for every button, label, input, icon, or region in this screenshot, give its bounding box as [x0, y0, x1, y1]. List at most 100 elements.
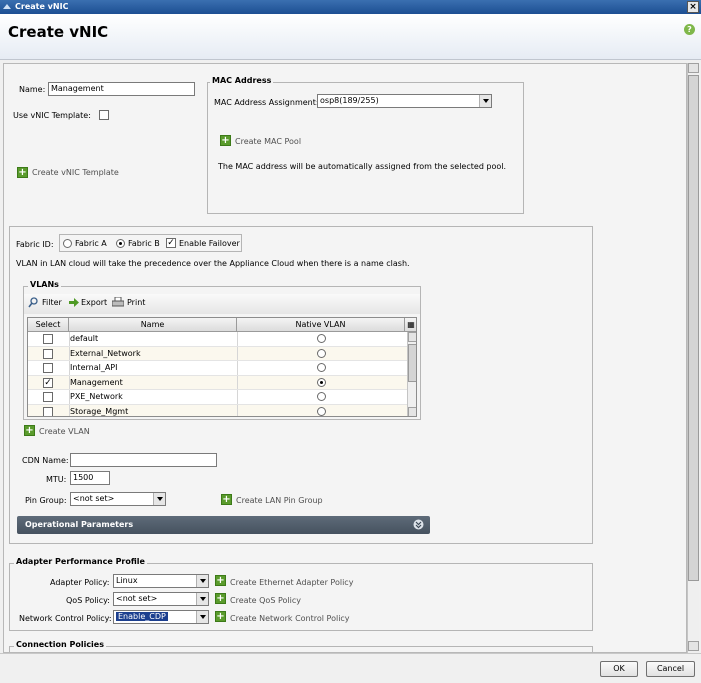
- create-vnic-template-link[interactable]: Create vNIC Template: [32, 168, 119, 177]
- fabric-id-label: Fabric ID:: [16, 240, 54, 249]
- pin-group-value: <not set>: [73, 494, 115, 503]
- page-title: Create vNIC: [8, 23, 109, 41]
- scroll-up-icon[interactable]: [688, 63, 699, 73]
- main-scrollbar[interactable]: [687, 63, 699, 653]
- fabric-a-radio[interactable]: [63, 239, 72, 248]
- cdn-name-label: CDN Name:: [22, 456, 69, 465]
- create-vnic-template-icon[interactable]: +: [17, 167, 28, 178]
- vlan-select-checkbox[interactable]: [43, 348, 53, 359]
- create-vlan-icon[interactable]: +: [24, 425, 35, 436]
- chevron-down-icon[interactable]: [196, 593, 208, 605]
- native-vlan-radio[interactable]: [317, 377, 326, 387]
- column-divider: [69, 375, 70, 390]
- create-vlan-link[interactable]: Create VLAN: [39, 427, 90, 436]
- create-mac-pool-icon[interactable]: +: [220, 135, 231, 146]
- vlan-select-checkbox[interactable]: [43, 392, 53, 403]
- cancel-button[interactable]: Cancel: [646, 661, 695, 677]
- create-network-control-policy-link[interactable]: Create Network Control Policy: [230, 614, 350, 623]
- pin-group-select[interactable]: <not set>: [70, 492, 166, 506]
- column-header-name[interactable]: Name: [69, 318, 237, 332]
- close-icon[interactable]: ×: [687, 1, 699, 13]
- print-button[interactable]: Print: [127, 298, 145, 307]
- enable-failover-checkbox[interactable]: ✓: [166, 238, 176, 248]
- vlan-select-checkbox[interactable]: [43, 334, 53, 344]
- vlan-select-checkbox[interactable]: [43, 363, 53, 374]
- print-icon[interactable]: [112, 297, 124, 308]
- create-qos-policy-link[interactable]: Create QoS Policy: [230, 596, 301, 605]
- create-mac-pool-link[interactable]: Create MAC Pool: [235, 137, 301, 146]
- column-divider: [69, 361, 70, 375]
- chevron-down-icon[interactable]: [196, 611, 208, 623]
- column-chooser-icon[interactable]: ▦: [405, 318, 416, 332]
- vlan-name: Storage_Mgmt: [70, 407, 129, 416]
- mac-assignment-select[interactable]: osp8(189/255): [317, 94, 492, 108]
- cdn-name-input[interactable]: [70, 453, 217, 467]
- vlans-legend: VLANs: [28, 280, 61, 289]
- window-title: Create vNIC: [15, 2, 69, 11]
- adapter-profile-legend: Adapter Performance Profile: [14, 557, 147, 566]
- mtu-label: MTU:: [46, 475, 67, 484]
- use-template-checkbox[interactable]: [99, 110, 109, 120]
- scroll-thumb[interactable]: [408, 344, 416, 382]
- mac-assignment-value: osp8(189/255): [320, 96, 379, 105]
- chevron-down-icon[interactable]: [479, 95, 491, 107]
- native-vlan-radio[interactable]: [317, 363, 326, 373]
- table-row[interactable]: ✓ Management: [28, 375, 408, 391]
- table-row[interactable]: default: [28, 332, 408, 347]
- scroll-down-icon[interactable]: [408, 407, 416, 416]
- column-header-select[interactable]: Select: [28, 318, 69, 332]
- table-row[interactable]: External_Network: [28, 346, 408, 362]
- create-qos-policy-icon[interactable]: +: [215, 593, 226, 604]
- create-lan-pin-group-icon[interactable]: +: [221, 494, 232, 505]
- table-row[interactable]: PXE_Network: [28, 390, 408, 405]
- export-button[interactable]: Export: [81, 298, 107, 307]
- network-control-policy-label: Network Control Policy:: [19, 614, 112, 623]
- chevron-down-icon[interactable]: [153, 493, 165, 505]
- enable-failover-label: Enable Failover: [179, 239, 240, 248]
- create-lan-pin-group-link[interactable]: Create LAN Pin Group: [236, 496, 323, 505]
- vlan-rows: default External_Network Internal_API ✓ Mana…: [28, 332, 408, 416]
- fabric-b-radio[interactable]: [116, 239, 125, 248]
- vlan-name: PXE_Network: [70, 392, 123, 402]
- scroll-thumb[interactable]: [688, 75, 699, 581]
- window-title-bar[interactable]: Create vNIC ×: [0, 0, 701, 14]
- vlan-select-checkbox[interactable]: [43, 407, 53, 416]
- dialog-header: Create vNIC ?: [0, 14, 701, 60]
- column-header-native-vlan[interactable]: Native VLAN: [237, 318, 405, 332]
- mac-note: The MAC address will be automatically as…: [218, 162, 507, 171]
- column-divider: [237, 332, 238, 346]
- name-input[interactable]: Management: [48, 82, 195, 96]
- network-control-policy-value: Enable_CDP: [116, 612, 168, 621]
- create-adapter-policy-link[interactable]: Create Ethernet Adapter Policy: [230, 578, 353, 587]
- export-icon[interactable]: [69, 298, 79, 307]
- native-vlan-radio[interactable]: [317, 334, 326, 343]
- fabric-b-label: Fabric B: [128, 239, 160, 248]
- table-row[interactable]: Storage_Mgmt: [28, 405, 408, 416]
- dialog-footer: OK Cancel: [0, 653, 701, 683]
- native-vlan-radio[interactable]: [317, 407, 326, 416]
- create-adapter-policy-icon[interactable]: +: [215, 575, 226, 586]
- adapter-policy-select[interactable]: Linux: [113, 574, 209, 588]
- column-divider: [237, 361, 238, 375]
- vlan-select-checkbox[interactable]: ✓: [43, 377, 53, 388]
- chevron-down-icon[interactable]: [196, 575, 208, 587]
- use-template-label: Use vNIC Template:: [13, 111, 91, 120]
- native-vlan-radio[interactable]: [317, 348, 326, 358]
- scroll-down-icon[interactable]: [688, 641, 699, 651]
- operational-parameters-bar[interactable]: Operational Parameters: [17, 516, 430, 534]
- table-row[interactable]: Internal_API: [28, 361, 408, 376]
- filter-button[interactable]: Filter: [42, 298, 62, 307]
- ok-button[interactable]: OK: [600, 661, 638, 677]
- native-vlan-radio[interactable]: [317, 392, 326, 402]
- help-icon[interactable]: ?: [684, 24, 695, 35]
- vlan-table-scrollbar[interactable]: [407, 332, 416, 416]
- expand-chevron-icon[interactable]: [413, 519, 424, 530]
- network-control-policy-select[interactable]: Enable_CDP: [113, 610, 209, 624]
- qos-policy-select[interactable]: <not set>: [113, 592, 209, 606]
- mtu-input[interactable]: 1500: [70, 471, 110, 485]
- filter-icon[interactable]: [28, 297, 39, 308]
- column-divider: [69, 390, 70, 404]
- scroll-up-icon[interactable]: [408, 332, 416, 342]
- create-network-control-policy-icon[interactable]: +: [215, 611, 226, 622]
- adapter-policy-label: Adapter Policy:: [50, 578, 110, 587]
